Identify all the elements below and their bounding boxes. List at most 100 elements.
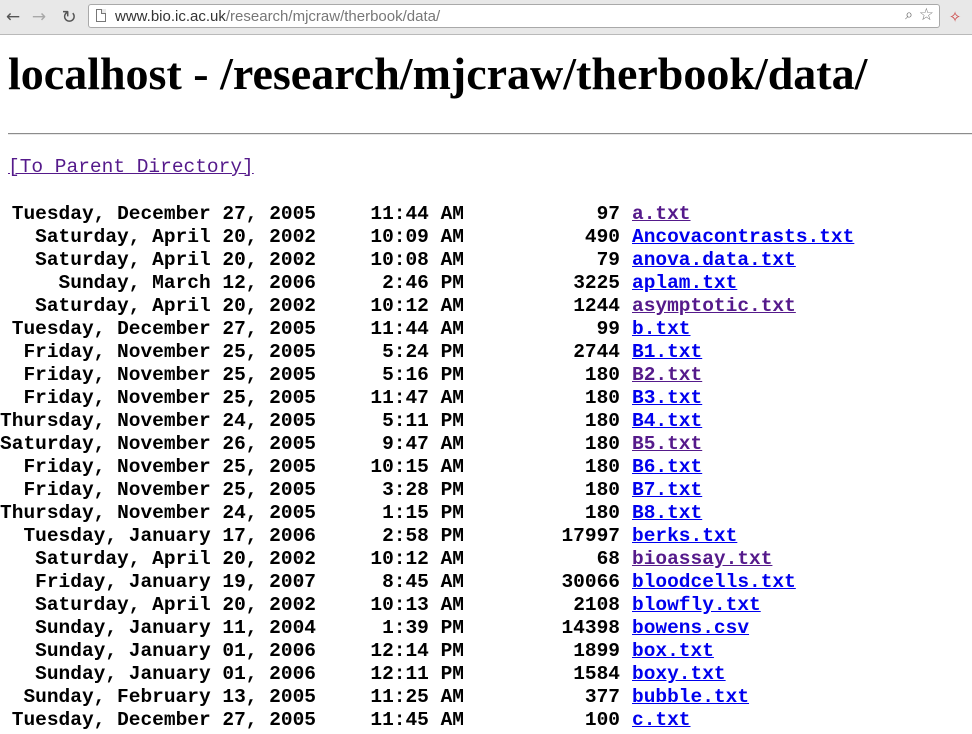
bookmark-star-icon[interactable]: ☆ [919,5,934,25]
browser-toolbar: ← → ↻ www.bio.ic.ac.uk/research/mjcraw/t… [0,0,972,35]
file-row: Sunday, January 01, 2006 12:11 PM 1584 boxy… [0,663,972,686]
file-link[interactable]: berks.txt [632,525,737,547]
file-size: 14398 [561,617,620,639]
divider [8,133,972,135]
file-date: Sunday, February 13, 2005 [23,686,316,708]
file-date: Saturday, April 20, 2002 [35,295,316,317]
file-row: Saturday, November 26, 2005 9:47 AM 180 B5.… [0,433,972,456]
file-link[interactable]: B8.txt [632,502,702,524]
extension-icon[interactable]: ✧ [945,7,965,27]
file-time: 11:25 AM [370,686,464,708]
file-size: 180 [584,433,620,455]
file-link[interactable]: bowens.csv [632,617,749,639]
file-row: Thursday, November 24, 2005 1:15 PM 180 B8.… [0,502,972,525]
file-row: Tuesday, January 17, 2006 2:58 PM 17997 ber… [0,525,972,548]
file-time: 5:11 PM [382,410,464,432]
url-path: /research/mjcraw/therbook/data/ [225,8,441,25]
file-date: Friday, November 25, 2005 [23,341,316,363]
address-bar[interactable]: www.bio.ic.ac.uk/research/mjcraw/therboo… [88,4,940,28]
file-date: Thursday, November 24, 2005 [0,410,316,432]
file-size: 180 [584,387,620,409]
back-arrow-icon[interactable]: ← [2,6,24,28]
file-date: Saturday, April 20, 2002 [35,226,316,248]
file-time: 5:24 PM [382,341,464,363]
file-link[interactable]: Ancovacontrasts.txt [632,226,854,248]
file-row: Saturday, April 20, 2002 10:12 AM 1244 asym… [0,295,972,318]
file-row: Sunday, March 12, 2006 2:46 PM 3225 aplam.t… [0,272,972,295]
file-time: 1:15 PM [382,502,464,524]
file-row: Friday, November 25, 2005 11:47 AM 180 B3.t… [0,387,972,410]
file-time: 11:45 AM [370,709,464,731]
file-date: Saturday, April 20, 2002 [35,548,316,570]
zoom-icon[interactable]: ⌕ [905,7,913,23]
file-link[interactable]: B6.txt [632,456,702,478]
file-size: 3225 [573,272,620,294]
file-date: Saturday, April 20, 2002 [35,249,316,271]
file-link[interactable]: aplam.txt [632,272,737,294]
file-time: 3:28 PM [382,479,464,501]
file-link[interactable]: asymptotic.txt [632,295,796,317]
file-link[interactable]: B1.txt [632,341,702,363]
forward-arrow-icon[interactable]: → [28,6,50,28]
file-link[interactable]: B4.txt [632,410,702,432]
file-size: 30066 [561,571,620,593]
file-time: 10:15 AM [370,456,464,478]
file-link[interactable]: bubble.txt [632,686,749,708]
file-link[interactable]: b.txt [632,318,691,340]
file-row: Saturday, April 20, 2002 10:08 AM 79 anova.… [0,249,972,272]
file-date: Friday, January 19, 2007 [35,571,316,593]
page-title: localhost - /research/mjcraw/therbook/da… [8,48,868,99]
file-date: Sunday, January 11, 2004 [35,617,316,639]
file-size: 97 [596,203,620,225]
file-date: Sunday, March 12, 2006 [58,272,316,294]
file-time: 10:08 AM [370,249,464,271]
file-link[interactable]: B2.txt [632,364,702,386]
file-size: 1899 [573,640,620,662]
file-time: 8:45 AM [382,571,464,593]
file-row: Friday, November 25, 2005 3:28 PM 180 B7.tx… [0,479,972,502]
file-time: 10:12 AM [370,548,464,570]
file-time: 11:44 AM [370,318,464,340]
file-size: 180 [584,364,620,386]
file-date: Friday, November 25, 2005 [23,456,316,478]
file-date: Saturday, April 20, 2002 [35,594,316,616]
file-link[interactable]: a.txt [632,203,691,225]
file-time: 12:11 PM [370,663,464,685]
file-size: 180 [584,479,620,501]
file-row: Tuesday, December 27, 2005 11:44 AM 97 a.tx… [0,203,972,226]
file-size: 490 [584,226,620,248]
file-row: Friday, November 25, 2005 10:15 AM 180 B6.t… [0,456,972,479]
file-link[interactable]: box.txt [632,640,714,662]
file-size: 180 [584,502,620,524]
file-row: Tuesday, December 27, 2005 11:44 AM 99 b.tx… [0,318,972,341]
file-link[interactable]: B7.txt [632,479,702,501]
file-time: 10:13 AM [370,594,464,616]
file-date: Saturday, November 26, 2005 [0,433,316,455]
file-link[interactable]: anova.data.txt [632,249,796,271]
reload-icon[interactable]: ↻ [58,6,80,28]
file-link[interactable]: B5.txt [632,433,702,455]
file-size: 377 [584,686,620,708]
file-link[interactable]: bloodcells.txt [632,571,796,593]
file-link[interactable]: c.txt [632,709,691,731]
file-size: 180 [584,410,620,432]
file-size: 2108 [573,594,620,616]
url-text[interactable]: www.bio.ic.ac.uk/research/mjcraw/therboo… [115,8,440,25]
file-link[interactable]: B3.txt [632,387,702,409]
file-time: 2:58 PM [382,525,464,547]
file-time: 11:47 AM [370,387,464,409]
file-date: Friday, November 25, 2005 [23,479,316,501]
parent-directory-link[interactable]: [To Parent Directory] [8,156,254,178]
file-link[interactable]: blowfly.txt [632,594,761,616]
file-link[interactable]: bioassay.txt [632,548,772,570]
file-time: 12:14 PM [370,640,464,662]
file-row: Saturday, April 20, 2002 10:13 AM 2108 blow… [0,594,972,617]
file-size: 17997 [561,525,620,547]
page-icon [96,9,106,22]
file-time: 2:46 PM [382,272,464,294]
file-date: Tuesday, December 27, 2005 [11,709,316,731]
file-size: 1584 [573,663,620,685]
file-row: Friday, November 25, 2005 5:24 PM 2744 B1.t… [0,341,972,364]
file-link[interactable]: boxy.txt [632,663,726,685]
file-date: Tuesday, December 27, 2005 [11,203,316,225]
